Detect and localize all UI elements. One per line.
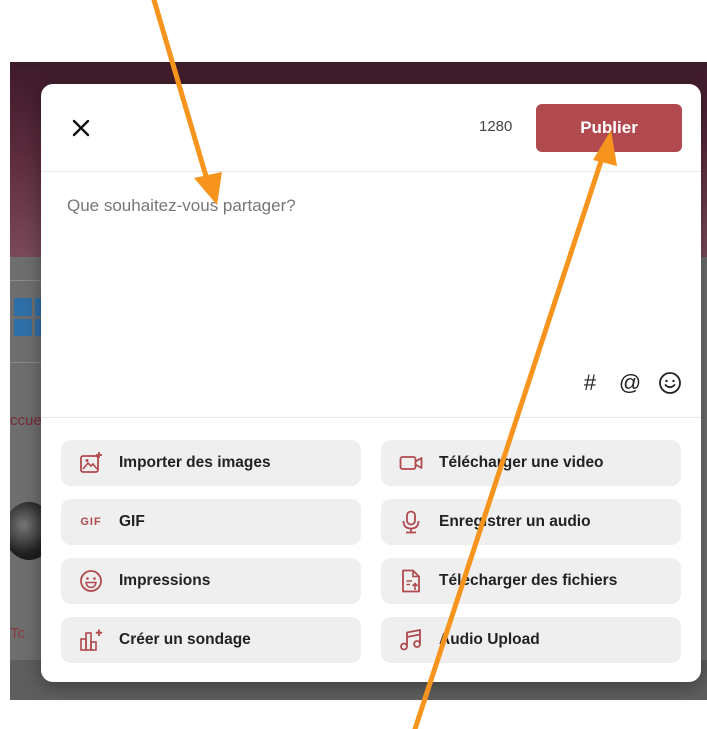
background-side-text: ccue: [10, 412, 42, 429]
import-images-label: Importer des images: [119, 454, 271, 471]
microphone-icon: [399, 510, 423, 534]
audio-upload-button[interactable]: Audio Upload: [381, 617, 681, 663]
modal-header: 1280 Publier: [41, 84, 701, 172]
gif-button[interactable]: GIF GIF: [61, 499, 361, 545]
feelings-button[interactable]: Impressions: [61, 558, 361, 604]
attachment-actions: Importer des images Télécharger une vide…: [61, 440, 681, 663]
gif-icon: GIF: [80, 516, 102, 528]
video-camera-icon: [399, 451, 423, 475]
record-audio-button[interactable]: Enregistrer un audio: [381, 499, 681, 545]
gif-label: GIF: [119, 513, 145, 530]
upload-video-button[interactable]: Télécharger une video: [381, 440, 681, 486]
hashtag-button[interactable]: #: [577, 370, 603, 396]
modal-divider: [41, 417, 701, 418]
hashtag-icon: #: [583, 370, 597, 395]
close-button[interactable]: [67, 114, 95, 142]
post-text-input[interactable]: [67, 196, 677, 346]
feelings-label: Impressions: [119, 572, 211, 589]
background-side-text: Tc: [10, 625, 25, 642]
import-images-button[interactable]: Importer des images: [61, 440, 361, 486]
poll-chart-icon: [79, 628, 103, 652]
audio-upload-label: Audio Upload: [439, 631, 540, 648]
composer-tools: # @: [577, 370, 683, 396]
character-counter: 1280: [479, 118, 513, 135]
music-note-icon: [399, 628, 423, 652]
record-audio-label: Enregistrer un audio: [439, 513, 591, 530]
emoji-button[interactable]: [657, 370, 683, 396]
publish-button[interactable]: Publier: [536, 104, 682, 152]
close-icon: [72, 119, 90, 137]
mention-button[interactable]: @: [617, 370, 643, 396]
create-post-modal: 1280 Publier # @: [41, 84, 701, 682]
smiley-icon: [79, 569, 103, 593]
file-upload-icon: [399, 569, 423, 593]
upload-files-button[interactable]: Télécharger des fichiers: [381, 558, 681, 604]
emoji-icon: [659, 372, 681, 394]
mention-icon: @: [618, 370, 642, 395]
image-upload-icon: [79, 451, 103, 475]
create-poll-label: Créer un sondage: [119, 631, 251, 648]
upload-video-label: Télécharger une video: [439, 454, 604, 471]
create-poll-button[interactable]: Créer un sondage: [61, 617, 361, 663]
upload-files-label: Télécharger des fichiers: [439, 572, 618, 589]
